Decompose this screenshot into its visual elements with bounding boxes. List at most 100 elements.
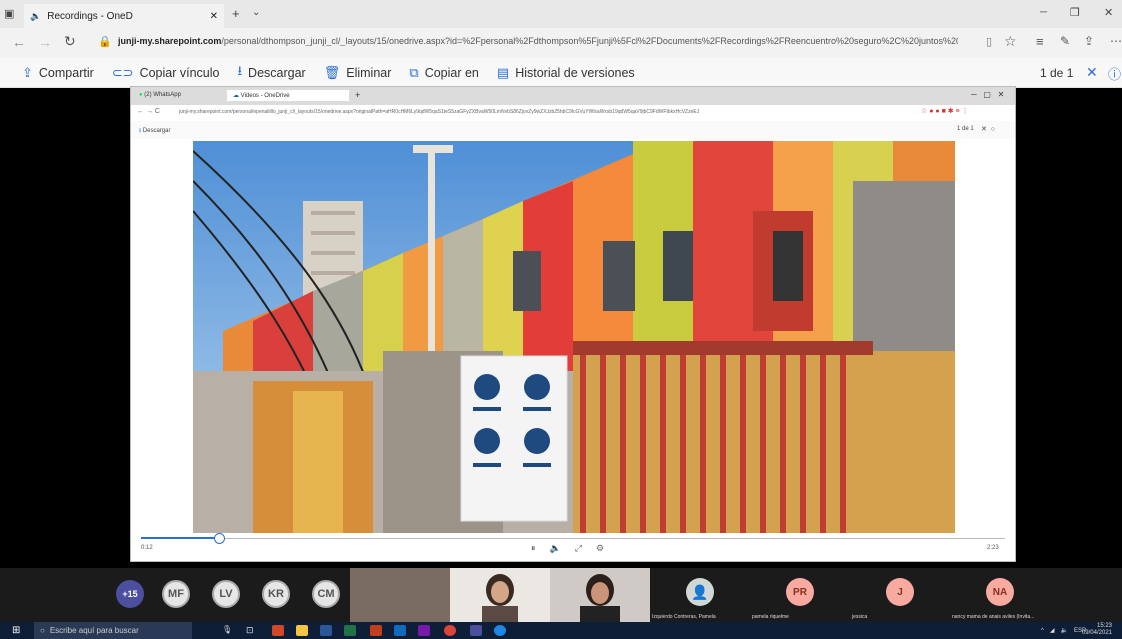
participant-video-image xyxy=(482,574,518,622)
share-icon[interactable]: ⇪ xyxy=(1084,34,1094,48)
current-time: 0:12 xyxy=(141,545,153,551)
participant-initials: NA xyxy=(986,578,1014,606)
participant-initials: J xyxy=(886,578,914,606)
copy-to-button[interactable]: ⧉ Copiar en xyxy=(409,65,479,81)
download-button[interactable]: ⭳ Descargar xyxy=(237,62,305,84)
tab-list-icon[interactable]: ⌄ xyxy=(252,7,260,18)
volume-icon[interactable]: 🔈 xyxy=(550,543,561,554)
seek-track[interactable] xyxy=(141,538,1005,539)
minimize-icon[interactable]: ─ xyxy=(1040,7,1047,18)
network-icon[interactable]: ◢ xyxy=(1050,627,1055,634)
taskbar-search[interactable]: ○ Escribe aquí para buscar xyxy=(34,622,192,639)
address-bar: ← → ↻ 🔒 junji-my.sharepoint.com/personal… xyxy=(0,28,1122,59)
url-field[interactable]: junji-my.sharepoint.com/personal/dthomps… xyxy=(118,36,958,46)
browser-tab-bar: ▣ 🔈 Recordings - OneD ✕ + ⌄ ─ ❐ ✕ xyxy=(0,0,1122,28)
powerpoint-app-icon[interactable] xyxy=(272,625,284,636)
settings-icon[interactable]: ⚙ xyxy=(596,543,604,554)
share-label: Compartir xyxy=(38,65,94,80)
powerpoint-app-icon[interactable] xyxy=(370,625,382,636)
inner-tab-whatsapp[interactable]: ● (2) WhatsApp xyxy=(139,92,181,98)
inner-new-tab-icon[interactable]: + xyxy=(355,90,360,100)
inner-close-icon[interactable]: ✕ ○ xyxy=(981,125,995,133)
share-icon: ⇪ xyxy=(22,64,33,80)
browser-tab[interactable]: 🔈 Recordings - OneD ✕ xyxy=(24,4,224,28)
video-frame[interactable] xyxy=(193,141,955,533)
more-icon[interactable]: ⋯ xyxy=(1110,34,1122,48)
hub-icon[interactable]: ≡ xyxy=(1036,34,1044,49)
inner-window-controls: ─ ▢ ✕ xyxy=(971,90,1005,99)
participant-tile[interactable]: NA nancy mama de anais aviles (Invita... xyxy=(950,568,1050,622)
inner-tab-onedrive-label: Videos - OneDrive xyxy=(240,93,290,99)
clock-date: 09/04/2021 xyxy=(1081,630,1112,636)
teams-app-icon[interactable] xyxy=(470,625,482,636)
copy-link-button[interactable]: ⊂⊃ Copiar vínculo xyxy=(112,65,220,81)
participant-avatar[interactable]: MF xyxy=(162,580,190,608)
participant-video[interactable] xyxy=(450,568,550,622)
participant-avatar[interactable]: LV xyxy=(212,580,240,608)
close-viewer-icon[interactable]: ✕ xyxy=(1086,64,1098,81)
taskbar: ⊞ ○ Escribe aquí para buscar 🎙 ⊡ ^ ◢ 🔈 E… xyxy=(0,622,1122,639)
seek-progress xyxy=(141,537,219,539)
link-icon: ⊂⊃ xyxy=(111,64,134,80)
edge-app-icon[interactable] xyxy=(494,625,506,636)
delete-button[interactable]: 🗑 Eliminar xyxy=(324,65,392,81)
video-controls: 0:12 ⏸ 🔈 ⤢ ⚙ 2:23 xyxy=(131,533,1015,561)
outlook-app-icon[interactable] xyxy=(394,625,406,636)
version-history-label: Historial de versiones xyxy=(515,65,635,80)
share-button[interactable]: ⇪ Compartir xyxy=(22,65,94,81)
fullscreen-icon[interactable]: ⤢ xyxy=(575,543,582,554)
back-icon[interactable]: ← xyxy=(12,34,26,50)
inner-page-counter: 1 de 1 xyxy=(957,126,974,132)
info-icon[interactable]: ⓘ xyxy=(1108,64,1121,83)
system-tray: ^ ◢ 🔈 ESP xyxy=(1041,622,1086,639)
participant-photo-avatar: 👤 xyxy=(686,578,714,606)
inner-tab-onedrive[interactable]: ☁ Videos - OneDrive xyxy=(227,90,349,101)
word-app-icon[interactable] xyxy=(320,625,332,636)
refresh-icon[interactable]: ↻ xyxy=(64,33,76,50)
inner-url[interactable]: junji-my.sharepoint.com/personal/epenail… xyxy=(179,109,919,115)
tab-actions-icon[interactable]: ▣ xyxy=(4,7,14,20)
forward-icon[interactable]: → xyxy=(38,34,52,50)
copy-icon: ⧉ xyxy=(409,64,419,80)
seek-handle[interactable] xyxy=(213,533,225,544)
inner-address-bar: ← → C junji-my.sharepoint.com/personal/e… xyxy=(131,105,1015,122)
pause-icon[interactable]: ⏸ xyxy=(531,543,536,554)
new-tab-button[interactable]: + xyxy=(232,6,240,21)
participant-avatar[interactable]: CM xyxy=(312,580,340,608)
excel-app-icon[interactable] xyxy=(344,625,356,636)
close-tab-icon[interactable]: ✕ xyxy=(210,11,218,22)
maximize-icon[interactable]: ❐ xyxy=(1070,6,1080,19)
task-view-icon[interactable]: ⊡ xyxy=(246,625,254,636)
inner-nav-icons: ← → C xyxy=(137,108,160,115)
url-domain: junji-my.sharepoint.com xyxy=(118,36,222,46)
chrome-app-icon[interactable] xyxy=(444,625,456,636)
inner-command-bar: ⭳ Descargar 1 de 1 ✕ ○ xyxy=(131,121,1015,139)
onenote-app-icon[interactable] xyxy=(418,625,430,636)
participant-video[interactable] xyxy=(550,568,650,622)
windows-start-icon[interactable]: ⊞ xyxy=(12,625,20,636)
chevron-up-icon[interactable]: ^ xyxy=(1041,628,1044,634)
participant-name: nancy mama de anais aviles (Invita... xyxy=(952,614,1035,620)
search-icon: ○ xyxy=(40,626,45,635)
mic-icon[interactable]: 🎙 xyxy=(222,625,232,634)
participant-video[interactable] xyxy=(350,568,450,622)
volume-tray-icon[interactable]: 🔈 xyxy=(1061,627,1068,634)
delete-label: Eliminar xyxy=(346,65,392,80)
favorite-star-icon[interactable]: ☆ xyxy=(1004,33,1017,50)
building-photo xyxy=(193,141,955,533)
participant-avatar[interactable]: KR xyxy=(262,580,290,608)
inner-download-button[interactable]: ⭳ Descargar xyxy=(139,126,170,136)
file-explorer-icon[interactable] xyxy=(296,625,308,636)
close-window-icon[interactable]: ✕ xyxy=(1104,6,1113,19)
shared-screen: ● (2) WhatsApp ☁ Videos - OneDrive + ─ ▢… xyxy=(130,86,1016,562)
pen-icon[interactable]: ✎ xyxy=(1060,34,1070,48)
reading-view-icon[interactable]: ▯ xyxy=(986,35,992,48)
participant-tile[interactable]: J jessica xyxy=(850,568,950,622)
participant-tile[interactable]: 👤 Izquierdo Contreras, Pamela xyxy=(650,568,750,622)
trash-icon: 🗑 xyxy=(323,64,341,80)
participant-tile[interactable]: PR pamela riquelme xyxy=(750,568,850,622)
participant-name: jessica xyxy=(852,614,868,620)
overflow-participants[interactable]: +15 xyxy=(116,580,144,608)
clock[interactable]: 15:23 09/04/2021 xyxy=(1082,623,1112,637)
version-history-button[interactable]: ▤ Historial de versiones xyxy=(497,65,635,81)
